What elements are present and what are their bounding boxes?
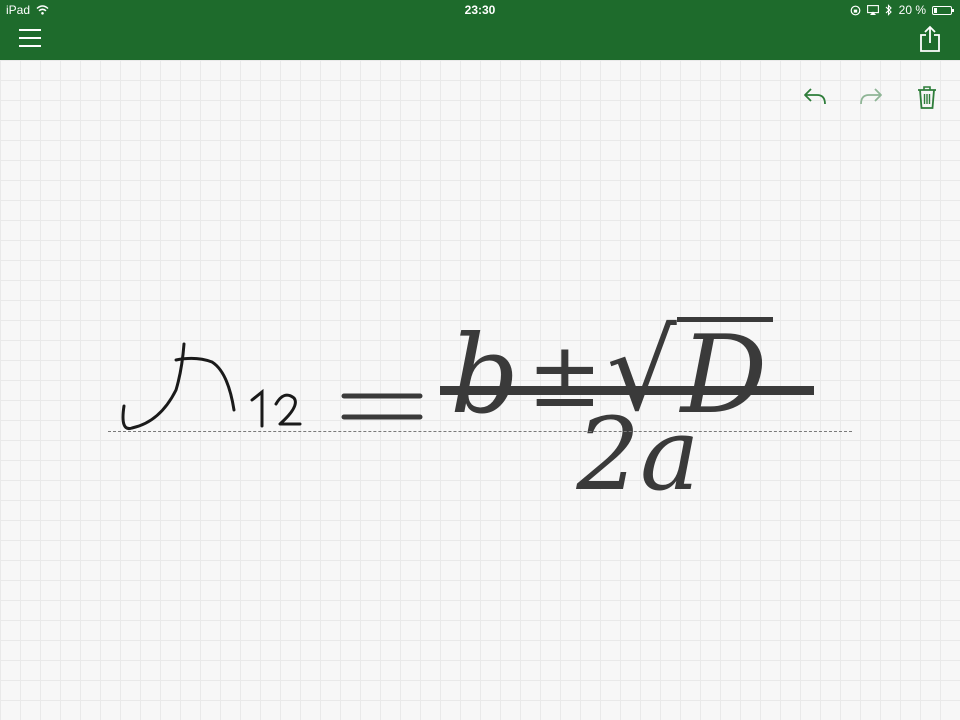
- status-time: 23:30: [464, 3, 496, 17]
- airplay-icon: [866, 5, 879, 15]
- ink-stroke-sub-2: [274, 393, 302, 426]
- battery-icon: [932, 5, 954, 15]
- battery-fill: [934, 7, 937, 13]
- app-root: iPad 23:30 20 % b ± √ D 2a: [0, 0, 960, 720]
- fraction-denominator: 2a: [576, 396, 700, 513]
- ink-stroke-x-right: [174, 356, 236, 412]
- top-bar: iPad 23:30 20 %: [0, 0, 960, 60]
- status-bar: iPad 23:30 20 %: [0, 0, 960, 20]
- battery-percent: 20 %: [898, 3, 926, 17]
- writing-canvas[interactable]: b ± √ D 2a: [0, 60, 960, 720]
- rotation-lock-icon: [850, 5, 861, 15]
- ink-stroke-x-left: [121, 342, 186, 431]
- fraction-bar: [440, 386, 814, 395]
- share-icon[interactable]: [918, 25, 942, 53]
- bluetooth-icon: [885, 4, 892, 16]
- writing-baseline: [108, 431, 852, 432]
- hamburger-menu-icon[interactable]: [18, 27, 42, 49]
- status-right: 20 %: [850, 3, 954, 17]
- ink-stroke-sub-1: [250, 388, 264, 428]
- numerator-term-b: b: [450, 313, 520, 438]
